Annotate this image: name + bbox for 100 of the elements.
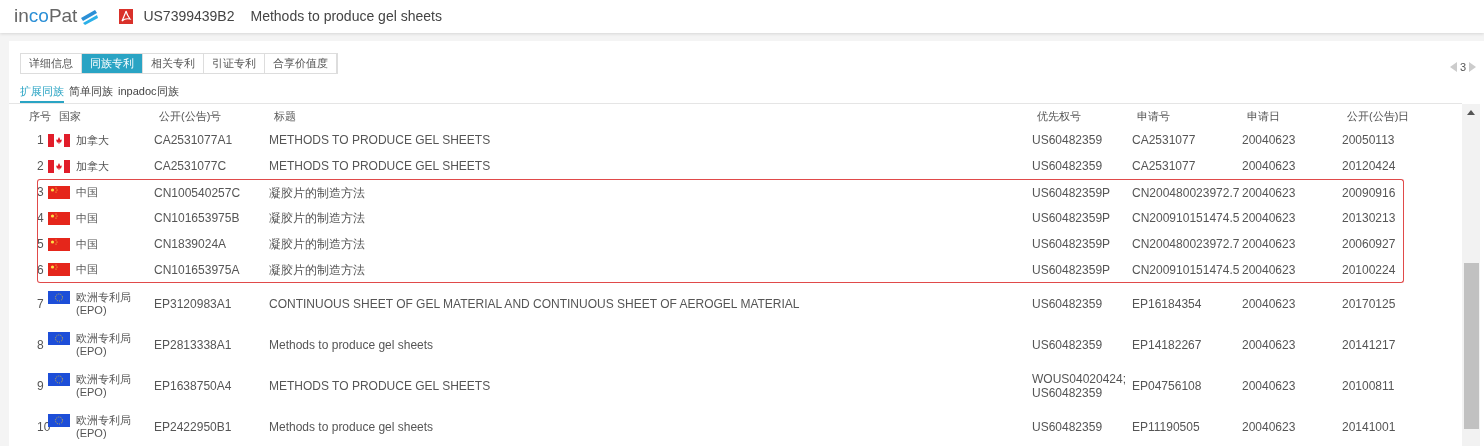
table-cell-text: 20040623 xyxy=(1242,159,1297,173)
column-header: 申请日 xyxy=(1247,109,1280,122)
column-header: 国家 xyxy=(59,109,81,122)
table-cell-text: 20040623 xyxy=(1242,378,1297,393)
table-cell-text: 20090916 xyxy=(1342,185,1397,200)
table-cell-text: 20060927 xyxy=(1342,237,1397,251)
table-cell-text: US60482359 xyxy=(1032,133,1104,147)
table-cell-text: 凝胶片的制造方法 xyxy=(269,211,366,225)
table-cell-text: 20100811 xyxy=(1342,378,1396,393)
country-name: 中国 xyxy=(76,211,99,225)
page-number: 3 xyxy=(1459,60,1466,75)
table-cell-text: US60482359P xyxy=(1032,211,1112,225)
country-name: 加拿大 xyxy=(76,133,110,147)
country-name: 欧洲专利局 (EPO) xyxy=(76,372,132,399)
table-cell-text: CA2531077A1 xyxy=(154,133,234,147)
country-name: 中国 xyxy=(76,263,99,276)
table-cell-text: CA2531077 xyxy=(1132,133,1197,147)
table-cell-text: 20141001 xyxy=(1342,419,1397,434)
column-header: 标题 xyxy=(274,109,296,122)
table-cell-text: 20040623 xyxy=(1242,337,1297,352)
table-cell-text: US60482359 xyxy=(1032,296,1104,311)
column-header: 公开(公告)日 xyxy=(1347,109,1410,122)
country-name: 欧洲专利局 (EPO) xyxy=(76,413,132,440)
table-cell-text: 20100224 xyxy=(1342,262,1397,277)
country-name: 加拿大 xyxy=(76,159,110,173)
column-header: 优先权号 xyxy=(1037,109,1081,122)
column-header: 申请号 xyxy=(1137,109,1170,122)
table-cell-text: CN101653975A xyxy=(154,262,241,277)
table-cell-text: US60482359P xyxy=(1032,262,1112,277)
flag-icon xyxy=(48,331,70,345)
table-cell-text: EP2422950B1 xyxy=(154,419,233,434)
country-name: 中国 xyxy=(76,237,99,251)
column-header: 公开(公告)号 xyxy=(159,109,222,122)
table-cell-text: US60482359 xyxy=(1032,419,1104,434)
logo-icon xyxy=(79,8,100,25)
table-cell-text: Methods to produce gel sheets xyxy=(269,419,435,434)
flag-icon xyxy=(48,211,70,225)
table-cell: 1 xyxy=(37,133,44,147)
table-cell-text: 20170125 xyxy=(1342,296,1397,311)
flag-icon xyxy=(48,290,70,304)
table-cell-text: CA2531077C xyxy=(154,159,228,173)
flag-icon xyxy=(48,372,70,386)
table-cell-text: 20141217 xyxy=(1342,337,1397,352)
pdf-icon[interactable] xyxy=(119,9,134,24)
country-name: 欧洲专利局 (EPO) xyxy=(76,331,132,358)
flag-icon xyxy=(48,263,70,276)
table-cell-text: EP04756108 xyxy=(1132,378,1203,393)
table-cell: 3 xyxy=(37,185,44,199)
table-cell: 6 xyxy=(37,263,44,277)
document-title: Methods to produce gel sheets xyxy=(250,7,442,26)
country-name: 欧洲专利局 (EPO) xyxy=(76,290,132,317)
table-cell-text: US60482359 xyxy=(1032,337,1104,352)
table-cell-text: CN1839024A xyxy=(154,237,228,251)
table-cell-text: EP14182267 xyxy=(1132,337,1203,352)
table-cell-text: METHODS TO PRODUCE GEL SHEETS xyxy=(269,159,492,173)
table-cell: 5 xyxy=(37,237,44,251)
table-cell-text: 凝胶片的制造方法 xyxy=(269,185,366,200)
table-cell-text: EP2813338A1 xyxy=(154,337,233,352)
flag-icon xyxy=(48,237,70,251)
table-cell-text: METHODS TO PRODUCE GEL SHEETS xyxy=(269,133,492,147)
table-cell-text: 20040623 xyxy=(1242,296,1297,311)
table-cell-text: 凝胶片的制造方法 xyxy=(269,237,366,251)
table-cell-text: EP16184354 xyxy=(1132,296,1203,311)
table-cell-text: Methods to produce gel sheets xyxy=(269,337,435,352)
scrollbar[interactable] xyxy=(1462,104,1480,446)
table-cell-text: US60482359 xyxy=(1032,159,1104,173)
table-cell-text: 20050113 xyxy=(1342,133,1396,147)
table-cell: 8 xyxy=(37,337,44,352)
table-cell-text: 20120424 xyxy=(1342,159,1397,173)
table-cell-text: EP3120983A1 xyxy=(154,296,233,311)
table-cell-text: 20040623 xyxy=(1242,237,1297,251)
table-cell-text: 20040623 xyxy=(1242,185,1297,200)
scrollbar-thumb[interactable] xyxy=(1463,263,1479,429)
table-cell-text: 20040623 xyxy=(1242,211,1297,225)
table-cell-text: METHODS TO PRODUCE GEL SHEETS xyxy=(269,378,492,393)
table-cell-text: CN101653975B xyxy=(154,211,241,225)
table-cell-text: 凝胶片的制造方法 xyxy=(269,262,366,277)
flag-icon xyxy=(48,186,70,199)
document-number: US7399439B2 xyxy=(143,7,235,26)
table-cell-text: CA2531077 xyxy=(1132,159,1197,173)
table-cell: 9 xyxy=(37,378,44,393)
table-cell: 7 xyxy=(37,296,44,311)
flag-icon xyxy=(48,133,70,147)
column-header: 序号 xyxy=(29,109,51,122)
country-name: 中国 xyxy=(76,186,99,199)
logo-text: incoPat xyxy=(14,4,78,29)
table-cell-text: EP11190505 xyxy=(1132,419,1201,434)
scroll-up-icon[interactable] xyxy=(1467,110,1475,115)
table-cell-text: 20040623 xyxy=(1242,133,1297,147)
subtab[interactable]: 简单同族 xyxy=(69,82,113,103)
table-cell-text: CN100540257C xyxy=(154,185,242,200)
table-cell-text: 20130213 xyxy=(1342,211,1397,225)
subtab[interactable]: inpadoc同族 xyxy=(118,82,179,103)
table-cell-text: 20040623 xyxy=(1242,262,1297,277)
table-cell: WOUS04020424; US60482359 xyxy=(1032,371,1126,400)
flag-icon xyxy=(48,159,70,173)
table-cell-text: CONTINUOUS SHEET OF GEL MATERIAL AND CONTINUOUS SHEET OF AEROGEL MATERIAL xyxy=(269,296,801,311)
table-cell: 2 xyxy=(37,159,44,173)
table-cell-text: 20040623 xyxy=(1242,419,1297,434)
flag-icon xyxy=(48,413,70,427)
